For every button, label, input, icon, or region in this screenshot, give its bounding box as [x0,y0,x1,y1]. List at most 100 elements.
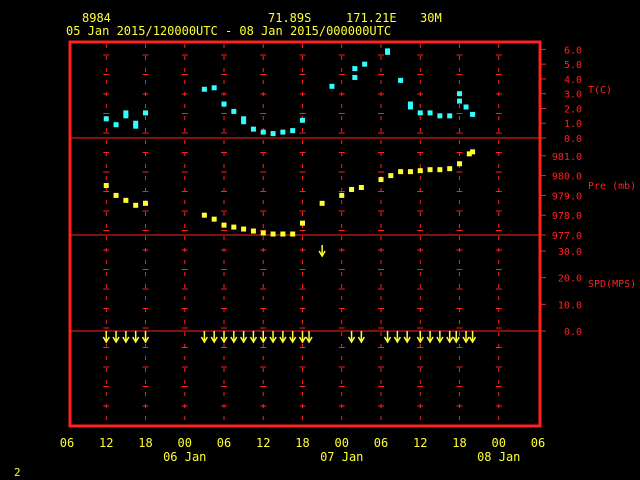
x-tick-label: 12 [413,436,427,450]
temperature-point [417,110,423,116]
wind-arrow [305,331,313,344]
pressure-point [417,168,423,174]
temperature-point [398,77,404,83]
temperature-point [300,117,305,123]
wind-arrow [347,331,356,344]
y-tick-label: 10.0 [558,300,582,311]
wind-arrow [249,331,258,344]
x-tick-label: 06 [531,436,545,450]
pressure-point [339,192,345,198]
temperature-point [362,61,368,67]
plot-frame [68,40,542,428]
temperature-point [463,104,469,110]
pressure-point [300,220,305,226]
latitude: 71.89S [268,11,311,25]
temperature-point [211,85,217,91]
temperature-point [201,86,207,92]
wind-arrow [403,331,411,344]
y-tick-label: 977.0 [552,231,582,242]
wind-arrow [383,331,392,344]
wind-arrow [220,331,228,344]
x-tick-label: 00 [178,436,192,450]
temperature-point [457,91,462,97]
wind-arrow [141,331,150,344]
y-tick-label: 4.0 [564,75,582,86]
pressure-point [231,224,237,230]
pressure-point [447,166,453,172]
day-label: 06 Jan [163,450,206,464]
wind-series [102,245,477,344]
temperature-point [231,108,237,114]
pressure-axis-label: Pre (mb) [588,181,636,192]
pressure-point [113,192,119,198]
wind-arrow [446,331,454,344]
pressure-point [470,149,476,155]
temperature-point [470,111,476,117]
x-tick-label: 06 [374,436,388,450]
pressure-point [123,197,129,203]
y-tick-label: 6.0 [564,45,582,56]
temperature-point [437,113,443,119]
temperature-point [385,48,391,54]
wind-arrow [132,331,140,344]
temperature-point [427,110,433,116]
y-tick-label: 20.0 [558,274,582,285]
x-tick-label: 00 [492,436,506,450]
wind-arrow [122,331,130,344]
meteogram-chart: 8984 71.89S 171.21E 30M 05 Jan 2015/1200… [14,11,636,479]
pressure-point [201,212,207,218]
wind-arrow [357,331,366,344]
wind-arrow [112,331,120,344]
temperature-point [329,83,335,89]
temperature-point [447,113,453,119]
pressure-point [143,200,148,206]
pressure-point [378,177,384,183]
wind-arrow [462,331,470,344]
wind-arrow [393,331,401,344]
x-tick-label: 18 [295,436,309,450]
pressure-point [280,231,286,237]
temperature-point [143,110,148,116]
y-tick-label: 978.0 [552,211,582,222]
wind-arrow [269,331,277,344]
x-tick-label: 12 [99,436,113,450]
pressure-point [427,167,433,173]
y-tick-label: 3.0 [564,90,582,101]
wind-arrow [259,331,267,344]
day-label: 08 Jan [477,450,520,464]
y-tick-label: 5.0 [564,60,582,71]
temperature-point [250,126,256,132]
wind-arrow [318,245,326,258]
y-tick-label: 980.0 [552,172,582,183]
temperature-point [241,119,247,125]
pressure-point [358,184,364,190]
wind-arrow [279,331,287,344]
wind-axis-label: SPD(MPS) [588,279,636,290]
temperature-axis-label: T(C) [588,85,612,96]
pressure-point [319,200,325,206]
pressure-point [270,231,276,237]
temperature-point [280,129,286,135]
x-tick-label: 06 [60,436,74,450]
y-tick-labels: 0.0 1.0 2.0 3.0 4.0 5.0 6.0 977.0 978.0 979.0 980.… [540,45,582,338]
wind-arrow [230,331,238,344]
y-tick-label: 30.0 [558,247,582,258]
pressure-point [349,186,355,192]
station-id: 8984 [82,11,111,25]
wind-arrow [416,331,424,344]
wind-arrow [426,331,434,344]
wind-arrow [436,331,444,344]
pressure-point [241,226,247,232]
wind-arrow [210,331,218,344]
temperature-point [290,128,296,134]
y-tick-label: 0.0 [564,134,582,145]
wind-arrow [468,331,477,344]
pressure-point [211,216,217,222]
temperature-point [260,129,266,135]
x-tick-label: 18 [138,436,152,450]
temperature-point [352,66,358,72]
y-tick-label: 2.0 [564,104,582,115]
day-label: 07 Jan [320,450,363,464]
x-tick-label: 18 [452,436,466,450]
wind-arrow [239,331,248,344]
